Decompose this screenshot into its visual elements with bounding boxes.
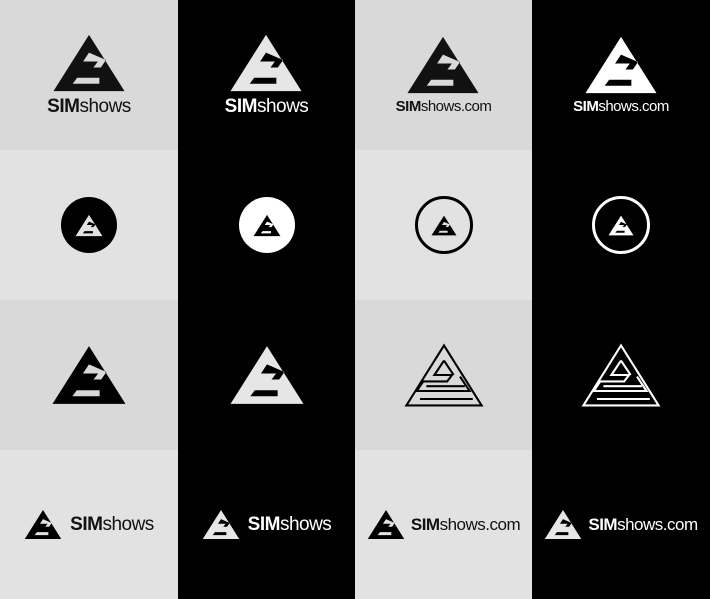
variant-stacked-dark: SIMshows [178,0,355,150]
triangle-s-logo-icon [253,214,280,236]
wordmark: SIMshows [248,514,332,536]
wordmark-regular: shows [256,95,309,117]
variant-badge-filled-dark [178,150,355,300]
wordmark-com: SIMshows.com [410,514,521,535]
variant-icon-outline-light [355,300,532,450]
triangle-s-logo-icon [52,346,126,404]
wordmark-bold: SIM [70,513,103,535]
wordmark-regular-com: shows.com [439,514,521,534]
triangle-s-logo-icon [585,36,657,94]
variant-horizontal-com-light: SIMshows.com [355,450,532,599]
triangle-s-outline-icon [581,343,661,407]
wordmark-bold: SIM [247,513,281,535]
variant-horizontal-com-dark: SIMshows.com [532,450,710,599]
wordmark-bold: SIM [395,98,422,115]
wordmark: SIMshows [47,96,131,118]
wordmark-bold: SIM [573,98,599,115]
circle-ring-badge [592,196,650,254]
variant-stacked-com-light: SIMshows.com [355,0,532,150]
triangle-s-logo-icon [53,34,125,91]
wordmark-bold: SIM [224,95,258,117]
triangle-s-logo-icon [431,215,456,235]
wordmark-regular-com: shows.com [598,98,669,115]
wordmark-regular: shows [279,513,332,535]
wordmark-bold: SIM [588,514,618,534]
wordmark-bold: SIM [410,514,440,534]
variant-icon-outline-dark [532,300,710,450]
triangle-s-outline-icon [404,343,483,407]
wordmark-bold: SIM [47,95,80,117]
variant-icon-solid-light [0,300,178,450]
wordmark-regular: shows [79,95,131,117]
wordmark: SIMshows [225,96,309,118]
triangle-s-logo-icon [202,510,239,539]
wordmark-regular-com: shows.com [420,98,492,115]
wordmark: SIMshows [70,514,154,536]
triangle-s-logo-icon [608,215,634,235]
circle-badge [238,197,295,253]
wordmark-regular: shows [102,513,154,535]
circle-ring-badge [414,196,473,254]
variant-horizontal-dark: SIMshows [178,450,355,599]
logo-variations-grid: SIMshows SIMshows SIMshows.com SIMshows.… [0,0,710,599]
variant-horizontal-light: SIMshows [0,450,178,599]
wordmark-regular-com: shows.com [617,514,698,534]
variant-badge-ring-dark [532,150,710,300]
triangle-s-logo-icon [407,36,480,94]
variant-badge-filled-light [0,150,178,300]
triangle-s-logo-icon [545,510,582,539]
triangle-s-logo-icon [367,510,405,539]
wordmark-com: SIMshows.com [573,98,669,115]
variant-icon-solid-dark [178,300,355,450]
circle-badge [61,197,117,253]
variant-stacked-com-dark: SIMshows.com [532,0,710,150]
triangle-s-logo-icon [230,34,303,91]
variant-stacked-light: SIMshows [0,0,178,150]
variant-badge-ring-light [355,150,532,300]
wordmark-com: SIMshows.com [588,514,698,535]
wordmark-com: SIMshows.com [396,98,492,115]
triangle-s-logo-icon [230,346,303,404]
triangle-s-logo-icon [75,214,103,236]
triangle-s-logo-icon [24,510,62,539]
